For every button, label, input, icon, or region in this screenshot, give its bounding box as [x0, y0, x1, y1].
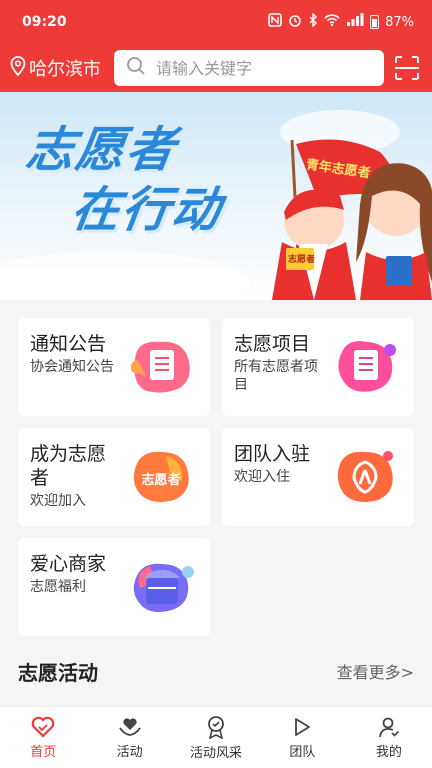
card-become-volunteer[interactable]: 成为志愿者 欢迎加入 志愿者 — [18, 428, 210, 526]
tab-label: 活动 — [116, 744, 143, 760]
city-selector[interactable]: 哈尔滨市 — [10, 55, 108, 81]
tab-label: 首页 — [30, 744, 57, 760]
banner-book-text: 志愿者 — [288, 255, 316, 265]
nfc-icon — [268, 13, 282, 31]
volunteer-logo-icon: 志愿者 — [126, 442, 196, 512]
card-subtitle: 欢迎加入 — [30, 493, 86, 509]
card-team-join[interactable]: 团队入驻 欢迎入住 — [222, 428, 414, 526]
battery-icon — [370, 15, 380, 29]
card-projects[interactable]: 志愿项目 所有志愿者项目 — [222, 318, 414, 416]
tab-activities[interactable]: 活动 — [86, 707, 172, 768]
team-logo-icon — [330, 442, 400, 512]
card-subtitle: 所有志愿者项目 — [234, 359, 318, 393]
card-subtitle: 协会通知公告 — [30, 359, 114, 375]
search-input[interactable] — [156, 58, 372, 78]
shop-icon — [126, 552, 196, 622]
hands-heart-icon — [118, 717, 141, 736]
bottom-tab-bar: 首页 活动 活动风采 团队 我的 — [0, 706, 432, 768]
search-icon — [126, 56, 146, 80]
scan-icon — [395, 56, 419, 80]
card-charity-merchant[interactable]: 爱心商家 志愿福利 — [18, 538, 210, 636]
status-time: 09:20 — [22, 14, 67, 30]
battery-level: 87% — [385, 14, 414, 30]
status-icons: 87% — [268, 12, 414, 31]
banner-title-line2: 在行动 — [67, 182, 226, 238]
card-subtitle: 欢迎入住 — [234, 469, 290, 485]
search-box[interactable] — [114, 50, 384, 86]
tab-team[interactable]: 团队 — [259, 707, 345, 768]
tab-home[interactable]: 首页 — [0, 707, 86, 768]
tab-label: 活动风采 — [190, 745, 243, 761]
card-notice[interactable]: 通知公告 协会通知公告 — [18, 318, 210, 416]
card-title: 团队入驻 — [234, 443, 311, 465]
bluetooth-icon — [308, 12, 318, 31]
list-icon — [330, 332, 400, 402]
card-title: 成为志愿者 — [30, 443, 107, 489]
heart-icon — [31, 716, 55, 738]
card-title: 爱心商家 — [30, 553, 107, 575]
medal-icon — [208, 715, 224, 739]
card-title: 通知公告 — [30, 333, 107, 355]
section-title: 志愿活动 — [18, 660, 98, 685]
tab-label: 团队 — [289, 744, 316, 760]
document-icon — [126, 332, 196, 402]
section-header: 志愿活动 查看更多> — [18, 654, 414, 688]
top-bar: 哈尔滨市 — [0, 44, 432, 92]
alarm-icon — [288, 13, 302, 31]
banner-title-line1: 志愿者 — [22, 122, 181, 178]
card-subtitle: 志愿福利 — [30, 579, 86, 595]
banner-title: 志愿者 在行动 — [14, 120, 235, 240]
city-name: 哈尔滨市 — [29, 59, 101, 80]
view-more-link[interactable]: 查看更多> — [337, 659, 414, 683]
play-icon — [295, 717, 311, 736]
volunteer-logo-text: 志愿者 — [141, 472, 180, 488]
user-icon — [378, 717, 399, 737]
status-bar: 09:20 87% — [0, 0, 432, 44]
tab-mine[interactable]: 我的 — [346, 707, 432, 768]
tab-activity-gallery[interactable]: 活动风采 — [173, 707, 259, 768]
signal-icon — [346, 13, 364, 31]
wifi-icon — [324, 13, 340, 31]
location-pin-icon — [10, 55, 26, 81]
scan-button[interactable] — [392, 53, 422, 83]
promo-banner[interactable]: 志愿者 在行动 青年志愿者 志愿者 — [0, 92, 432, 300]
card-title: 志愿项目 — [234, 333, 311, 355]
tab-label: 我的 — [375, 744, 402, 760]
